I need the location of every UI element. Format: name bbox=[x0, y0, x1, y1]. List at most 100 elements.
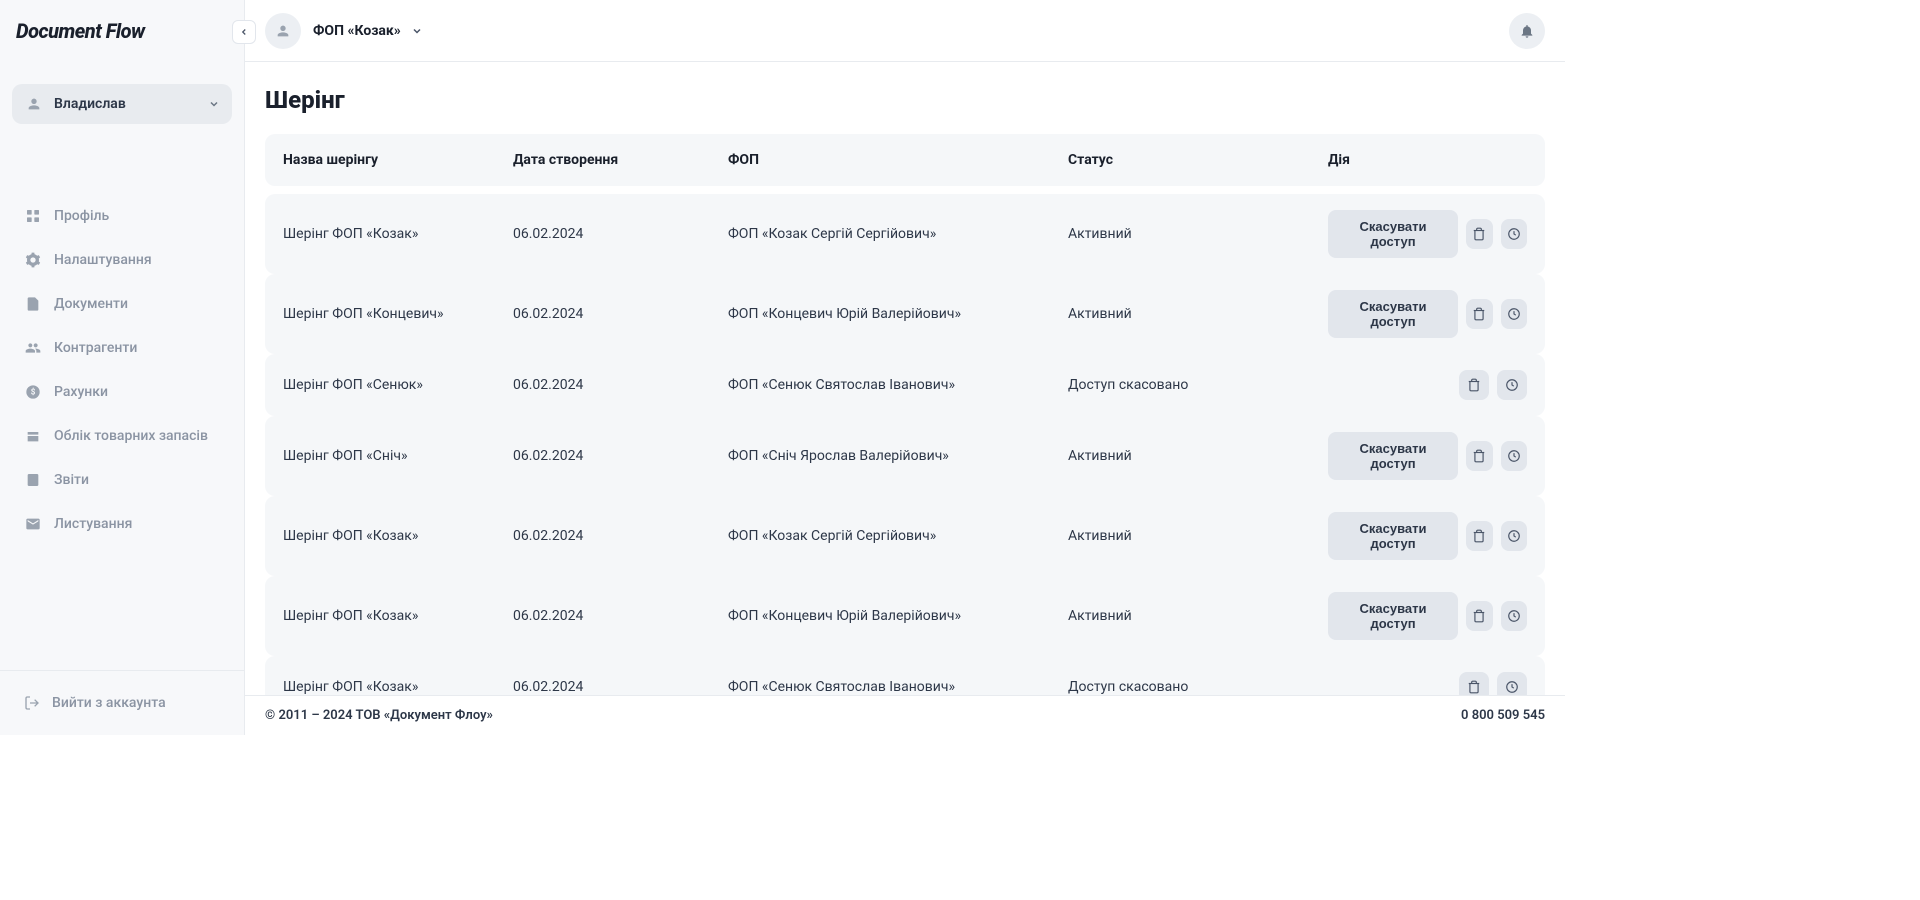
main: ФОП «Козак» Шерінг Назва шерінгу Дата ст… bbox=[245, 0, 1565, 735]
cell-status: Активний bbox=[1068, 226, 1328, 242]
cell-date: 06.02.2024 bbox=[513, 306, 728, 322]
nav-counterparties[interactable]: Контрагенти bbox=[12, 328, 232, 368]
clock-icon bbox=[1505, 680, 1519, 694]
cell-date: 06.02.2024 bbox=[513, 679, 728, 695]
sidebar-header: Document Flow bbox=[0, 0, 244, 62]
cell-name: Шерінг ФОП «Козак» bbox=[283, 528, 513, 544]
table-row: Шерінг ФОП «Козак»06.02.2024ФОП «Козак С… bbox=[265, 496, 1545, 576]
history-button[interactable] bbox=[1497, 672, 1527, 695]
org-avatar bbox=[265, 13, 301, 49]
cell-actions: Скасувати доступ bbox=[1328, 592, 1527, 640]
cell-date: 06.02.2024 bbox=[513, 448, 728, 464]
table-header: Назва шерінгу Дата створення ФОП Статус … bbox=[265, 134, 1545, 186]
bell-icon bbox=[1519, 23, 1535, 39]
history-button[interactable] bbox=[1501, 521, 1527, 551]
nav-accounts[interactable]: $ Рахунки bbox=[12, 372, 232, 412]
cell-status: Активний bbox=[1068, 448, 1328, 464]
cancel-access-button[interactable]: Скасувати доступ bbox=[1328, 432, 1458, 480]
cell-date: 06.02.2024 bbox=[513, 608, 728, 624]
cancel-access-button[interactable]: Скасувати доступ bbox=[1328, 210, 1458, 258]
col-header-fop: ФОП bbox=[728, 152, 1068, 168]
chevron-down-icon bbox=[208, 98, 220, 110]
org-selector[interactable]: ФОП «Козак» bbox=[313, 23, 423, 39]
grid-icon bbox=[24, 207, 42, 225]
nav-label: Документи bbox=[54, 296, 128, 312]
cell-date: 06.02.2024 bbox=[513, 377, 728, 393]
col-header-date: Дата створення bbox=[513, 152, 728, 168]
delete-button[interactable] bbox=[1466, 601, 1492, 631]
cell-actions: Скасувати доступ bbox=[1328, 512, 1527, 560]
cell-actions bbox=[1328, 370, 1527, 400]
cell-actions: Скасувати доступ bbox=[1328, 210, 1527, 258]
sidebar-nav: Профіль Налаштування Документи Контраген… bbox=[0, 196, 244, 544]
cancel-access-button[interactable]: Скасувати доступ bbox=[1328, 512, 1458, 560]
table-row: Шерінг ФОП «Козак»06.02.2024ФОП «Концеви… bbox=[265, 576, 1545, 656]
sidebar-collapse-button[interactable] bbox=[232, 20, 256, 44]
nav-profile[interactable]: Профіль bbox=[12, 196, 232, 236]
history-button[interactable] bbox=[1501, 441, 1527, 471]
sidebar: Document Flow Владислав Профіль Налаштув… bbox=[0, 0, 245, 735]
clock-icon bbox=[1507, 529, 1521, 543]
delete-button[interactable] bbox=[1466, 219, 1492, 249]
history-button[interactable] bbox=[1501, 601, 1527, 631]
nav-reports[interactable]: Звіти bbox=[12, 460, 232, 500]
cell-fop: ФОП «Козак Сергій Сергійович» bbox=[728, 528, 1068, 544]
col-header-name: Назва шерінгу bbox=[283, 152, 513, 168]
cell-name: Шерінг ФОП «Козак» bbox=[283, 679, 513, 695]
nav-settings[interactable]: Налаштування bbox=[12, 240, 232, 280]
cell-status: Доступ скасовано bbox=[1068, 377, 1328, 393]
inventory-icon bbox=[24, 427, 42, 445]
nav-documents[interactable]: Документи bbox=[12, 284, 232, 324]
logout-icon bbox=[24, 695, 40, 711]
cell-fop: ФОП «Сенюк Святослав Іванович» bbox=[728, 377, 1068, 393]
nav-correspondence[interactable]: Листування bbox=[12, 504, 232, 544]
history-button[interactable] bbox=[1501, 219, 1527, 249]
delete-button[interactable] bbox=[1466, 441, 1492, 471]
nav-label: Налаштування bbox=[54, 252, 152, 268]
footer-phone: 0 800 509 545 bbox=[1461, 708, 1545, 723]
cell-name: Шерінг ФОП «Сніч» bbox=[283, 448, 513, 464]
delete-button[interactable] bbox=[1459, 370, 1489, 400]
gear-icon bbox=[24, 251, 42, 269]
cancel-access-button[interactable]: Скасувати доступ bbox=[1328, 592, 1458, 640]
nav-inventory[interactable]: Облік товарних запасів bbox=[12, 416, 232, 456]
trash-icon bbox=[1467, 378, 1481, 392]
logout-button[interactable]: Вийти з аккаунта bbox=[12, 687, 232, 719]
cancel-access-button[interactable]: Скасувати доступ bbox=[1328, 290, 1458, 338]
cell-date: 06.02.2024 bbox=[513, 226, 728, 242]
trash-icon bbox=[1472, 307, 1486, 321]
page-title: Шерінг bbox=[265, 86, 1545, 114]
nav-label: Профіль bbox=[54, 208, 109, 224]
delete-button[interactable] bbox=[1466, 521, 1492, 551]
table-row: Шерінг ФОП «Концевич»06.02.2024ФОП «Конц… bbox=[265, 274, 1545, 354]
notifications-button[interactable] bbox=[1509, 13, 1545, 49]
history-button[interactable] bbox=[1497, 370, 1527, 400]
brand-logo: Document Flow bbox=[16, 19, 145, 43]
money-icon: $ bbox=[24, 383, 42, 401]
trash-icon bbox=[1467, 680, 1481, 694]
history-button[interactable] bbox=[1501, 299, 1527, 329]
delete-button[interactable] bbox=[1466, 299, 1492, 329]
cell-name: Шерінг ФОП «Сенюк» bbox=[283, 377, 513, 393]
nav-label: Листування bbox=[54, 516, 132, 532]
trash-icon bbox=[1472, 609, 1486, 623]
col-header-action: Дія bbox=[1328, 152, 1527, 168]
col-header-status: Статус bbox=[1068, 152, 1328, 168]
cell-status: Активний bbox=[1068, 528, 1328, 544]
nav-label: Контрагенти bbox=[54, 340, 137, 356]
table-row: Шерінг ФОП «Козак»06.02.2024ФОП «Сенюк С… bbox=[265, 656, 1545, 695]
cell-fop: ФОП «Козак Сергій Сергійович» bbox=[728, 226, 1068, 242]
cell-actions bbox=[1328, 672, 1527, 695]
chevron-down-icon bbox=[411, 25, 423, 37]
sharing-table: Назва шерінгу Дата створення ФОП Статус … bbox=[265, 134, 1545, 695]
cell-fop: ФОП «Сенюк Святослав Іванович» bbox=[728, 679, 1068, 695]
clock-icon bbox=[1505, 378, 1519, 392]
cell-fop: ФОП «Сніч Ярослав Валерійович» bbox=[728, 448, 1068, 464]
trash-icon bbox=[1472, 227, 1486, 241]
user-name: Владислав bbox=[54, 96, 198, 112]
cell-status: Активний bbox=[1068, 306, 1328, 322]
nav-label: Облік товарних запасів bbox=[54, 428, 208, 444]
cell-status: Доступ скасовано bbox=[1068, 679, 1328, 695]
user-menu[interactable]: Владислав bbox=[12, 84, 232, 124]
delete-button[interactable] bbox=[1459, 672, 1489, 695]
